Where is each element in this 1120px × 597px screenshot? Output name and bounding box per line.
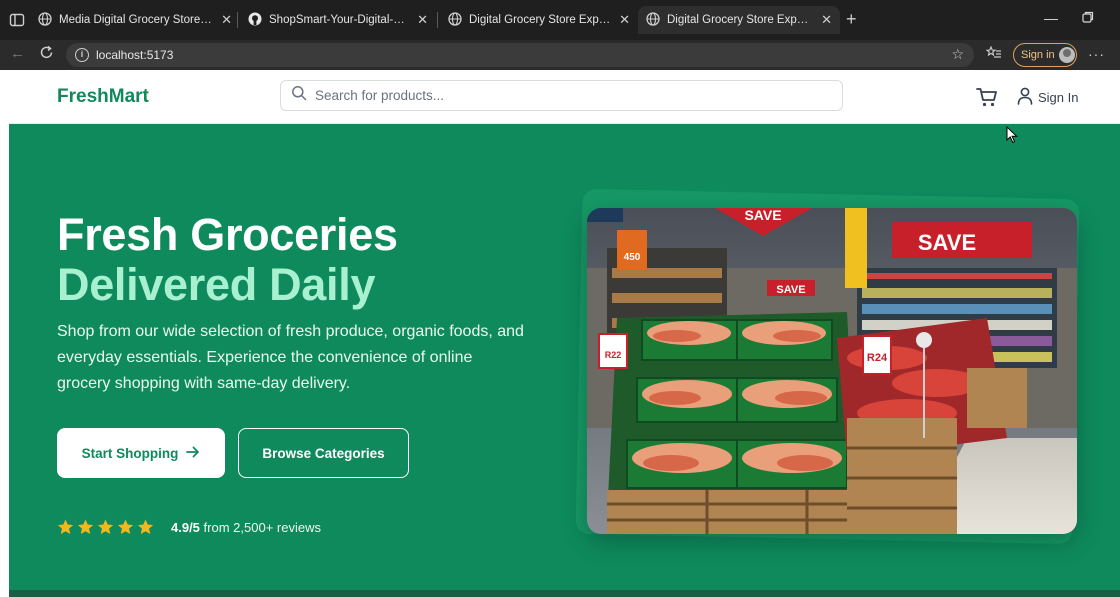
sign-price-3: R22 — [605, 350, 622, 360]
star-icon — [57, 519, 74, 534]
search-icon — [291, 85, 307, 106]
globe-icon — [448, 11, 462, 29]
tab-title: ShopSmart-Your-Digital-Grocery- — [269, 14, 410, 26]
close-icon[interactable]: ✕ — [221, 12, 232, 28]
tab-title: Media Digital Grocery Store Experience — [59, 14, 214, 26]
signin-label: Sign In — [1038, 90, 1079, 105]
browse-categories-button[interactable]: Browse Categories — [238, 428, 409, 478]
tab-shopsmart-github[interactable]: ShopSmart-Your-Digital-Grocery- ✕ — [240, 6, 436, 34]
arrow-right-icon — [186, 446, 200, 461]
favorite-star-icon[interactable]: ☆ — [951, 46, 964, 63]
github-icon — [248, 12, 262, 29]
search-input[interactable] — [315, 88, 815, 103]
rating-summary: 4.9/5 from 2,500+ reviews — [57, 519, 321, 535]
tab-digital-grocery[interactable]: Digital Grocery Store Experience ✕ — [440, 6, 638, 34]
sign-save-1: SAVE — [744, 208, 781, 223]
star-icon — [117, 519, 134, 534]
tab-separator — [437, 12, 438, 28]
favorites-icon[interactable] — [985, 45, 1002, 63]
tab-digital-grocery-active[interactable]: Digital Grocery Store Experience ✕ — [638, 6, 840, 34]
close-icon[interactable]: ✕ — [417, 12, 428, 28]
rating-count: from 2,500+ reviews — [203, 519, 321, 535]
cart-icon[interactable] — [975, 86, 999, 108]
site-info-icon[interactable]: i — [75, 48, 89, 62]
close-icon[interactable]: ✕ — [821, 12, 832, 28]
hero-section: Fresh Groceries Delivered Daily Shop fro… — [9, 124, 1120, 590]
tab-title: Digital Grocery Store Experience — [469, 14, 612, 26]
mouse-cursor-icon — [1006, 126, 1018, 144]
logo[interactable]: FreshMart — [57, 86, 149, 108]
browser-toolbar: ← i localhost:5173 ☆ Sign in ··· — [0, 40, 1120, 70]
star-icon — [137, 519, 154, 534]
signin-button[interactable]: Sign In — [1017, 87, 1078, 108]
restore-icon[interactable] — [1082, 10, 1094, 26]
user-icon — [1017, 87, 1033, 108]
avatar-icon — [1058, 47, 1075, 63]
rating-value: 4.9/5 — [171, 519, 200, 535]
new-tab-icon[interactable]: + — [846, 9, 857, 30]
hero-image: SAVE SAVE SAVE 450 R24 R22 — [587, 208, 1077, 534]
rating-stars — [57, 519, 154, 535]
star-icon — [77, 519, 94, 534]
site-header: FreshMart Sign In — [9, 70, 1120, 124]
url-text: localhost:5173 — [96, 48, 174, 62]
address-bar[interactable]: i localhost:5173 ☆ — [66, 43, 974, 67]
browser-tab-bar: Media Digital Grocery Store Experience ✕… — [0, 0, 1120, 40]
profile-label: Sign in — [1021, 49, 1055, 61]
browse-categories-label: Browse Categories — [262, 445, 385, 461]
minimize-icon[interactable]: — — [1044, 10, 1058, 26]
globe-icon — [646, 11, 660, 29]
next-section-edge — [9, 590, 1120, 597]
reload-icon[interactable] — [39, 45, 54, 64]
browser-profile-button[interactable]: Sign in — [1013, 43, 1077, 67]
tab-title: Digital Grocery Store Experience — [667, 14, 814, 26]
hero-title-line1: Fresh Groceries — [57, 209, 398, 260]
star-icon — [97, 519, 114, 534]
supermarket-illustration: SAVE SAVE SAVE 450 R24 R22 — [587, 208, 1077, 534]
hero-title-line2: Delivered Daily — [57, 259, 376, 310]
sign-price-1: 450 — [624, 252, 641, 263]
close-icon[interactable]: ✕ — [619, 12, 630, 28]
search-box[interactable] — [280, 80, 843, 111]
start-shopping-button[interactable]: Start Shopping — [57, 428, 225, 478]
sign-price-2: R24 — [867, 352, 888, 364]
hero-title: Fresh Groceries Delivered Daily — [57, 210, 398, 310]
sign-save-2: SAVE — [918, 230, 976, 255]
tab-media-grocery[interactable]: Media Digital Grocery Store Experience ✕ — [30, 6, 240, 34]
back-icon[interactable]: ← — [10, 45, 25, 62]
tab-separator — [237, 12, 238, 28]
start-shopping-label: Start Shopping — [81, 445, 179, 461]
favicon-icon — [38, 11, 52, 29]
more-options-icon[interactable]: ··· — [1088, 46, 1105, 62]
sidebar-toggle-icon[interactable] — [8, 11, 26, 29]
rating-text: 4.9/5 from 2,500+ reviews — [171, 520, 321, 535]
sign-save-3: SAVE — [776, 284, 805, 296]
hero-description: Shop from our wide selection of fresh pr… — [57, 323, 524, 392]
